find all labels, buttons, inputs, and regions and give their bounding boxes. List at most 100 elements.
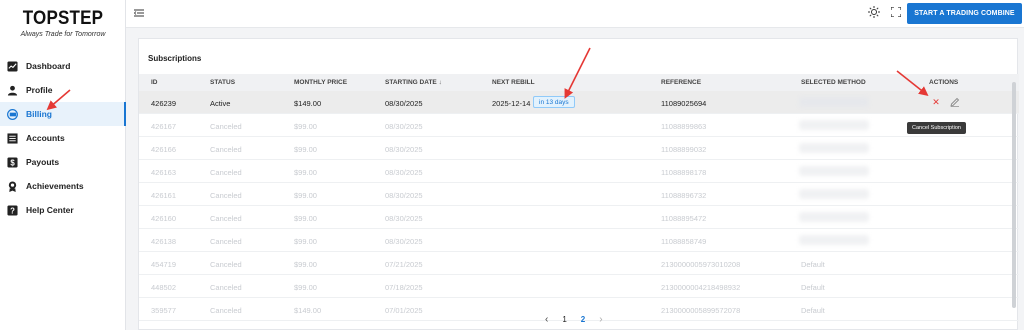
dollar-icon: $ [6, 156, 18, 168]
brand-name: TOPSTEP [22, 6, 104, 29]
redacted-method [799, 120, 869, 130]
cell-reference: 11088899032 [661, 145, 707, 154]
cell-reference: 11088858749 [661, 237, 707, 246]
rebill-countdown-badge: in 13 days [533, 96, 575, 108]
table-row[interactable]: 426160 Canceled $99.00 08/30/2025 1108889547… [139, 206, 1019, 229]
column-header-starting-date[interactable]: STARTING DATE ↓ [385, 79, 442, 86]
table-header: ID STATUS MONTHLY PRICE STARTING DATE ↓ … [139, 74, 1019, 91]
fullscreen-icon[interactable] [891, 7, 901, 17]
cell-status: Canceled [210, 260, 242, 269]
table-row[interactable]: 426166 Canceled $99.00 08/30/2025 1108889903… [139, 137, 1019, 160]
column-header-monthly-price[interactable]: MONTHLY PRICE [294, 79, 347, 86]
sidebar-item-billing[interactable]: Billing [0, 102, 126, 126]
cell-monthly-price: $99.00 [294, 237, 317, 246]
medal-icon [6, 180, 18, 192]
brand-logo[interactable]: TOPSTEP Always Trade for Tomorrow [0, 6, 126, 39]
cell-status: Canceled [210, 306, 242, 315]
cell-reference: 2130000004218498932 [661, 283, 741, 292]
cell-reference: 2130000005973010208 [661, 260, 741, 269]
pagination: ‹ 1 2 › [545, 314, 617, 325]
cell-id: 448502 [151, 283, 177, 292]
cell-starting-date: 07/18/2025 [385, 283, 423, 292]
cell-monthly-price: $99.00 [294, 260, 317, 269]
table-row[interactable]: 426163 Canceled $99.00 08/30/2025 1108889817… [139, 160, 1019, 183]
cell-reference: 11088898178 [661, 168, 707, 177]
column-header-status[interactable]: STATUS [210, 79, 235, 86]
cancel-subscription-icon[interactable]: ✕ [931, 97, 941, 107]
chevron-left-icon[interactable]: ‹ [545, 314, 548, 325]
column-header-next-rebill[interactable]: NEXT REBILL [492, 79, 535, 86]
cell-id: 426160 [151, 214, 177, 223]
cell-status: Canceled [210, 168, 242, 177]
page-2-button[interactable]: 2 [581, 315, 585, 324]
cell-status: Active [210, 99, 231, 108]
cell-monthly-price: $99.00 [294, 168, 317, 177]
sidebar-item-label: Dashboard [26, 61, 71, 71]
cell-reference: 2130000005899572078 [661, 306, 741, 315]
table-row[interactable]: 448502 Canceled $99.00 07/18/2025 2130000004… [139, 275, 1019, 298]
sidebar-item-payouts[interactable]: $ Payouts [0, 150, 126, 174]
table-row[interactable]: 454719 Canceled $99.00 07/21/2025 2130000005… [139, 252, 1019, 275]
page-1-button[interactable]: 1 [562, 315, 566, 324]
cell-starting-date: 08/30/2025 [385, 237, 423, 246]
cell-monthly-price: $149.00 [294, 306, 322, 315]
cell-starting-date: 08/30/2025 [385, 122, 423, 131]
sidebar-item-label: Help Center [26, 205, 74, 215]
cell-id: 426163 [151, 168, 177, 177]
cell-id: 359577 [151, 306, 177, 315]
start-trading-combine-button[interactable]: START A TRADING COMBINE [907, 3, 1022, 24]
sun-icon[interactable] [868, 6, 880, 18]
cancel-subscription-tooltip: Cancel Subscription [907, 122, 966, 134]
cell-next-rebill: 2025-12-14 [492, 99, 531, 108]
sidebar-item-help-center[interactable]: ? Help Center [0, 198, 126, 222]
sidebar-item-achievements[interactable]: Achievements [0, 174, 126, 198]
sidebar-item-accounts[interactable]: Accounts [0, 126, 126, 150]
cell-reference: 11088896732 [661, 191, 707, 200]
table-row[interactable]: 426239 Active $149.00 08/30/2025 2025-12-14 1… [139, 91, 1019, 114]
sidebar-item-label: Profile [26, 85, 53, 95]
scrollbar[interactable] [1012, 82, 1016, 308]
cell-id: 426167 [151, 122, 177, 131]
sidebar: TOPSTEP Always Trade for Tomorrow Dashbo… [0, 0, 126, 330]
cell-status: Canceled [210, 145, 242, 154]
redacted-method [799, 166, 869, 176]
sidebar-item-profile[interactable]: Profile [0, 78, 126, 102]
sidebar-item-label: Billing [26, 109, 52, 119]
sidebar-item-label: Achievements [26, 181, 84, 191]
edit-icon[interactable] [950, 97, 960, 107]
column-header-reference[interactable]: REFERENCE [661, 79, 701, 86]
cell-starting-date: 07/01/2025 [385, 306, 423, 315]
sidebar-item-dashboard[interactable]: Dashboard [0, 54, 126, 78]
column-header-actions: ACTIONS [929, 79, 959, 86]
redacted-method [799, 212, 869, 222]
chevron-right-icon[interactable]: › [599, 314, 602, 325]
table-row[interactable]: 426138 Canceled $99.00 08/30/2025 1108885874… [139, 229, 1019, 252]
page-title: Subscriptions [148, 54, 202, 63]
top-bar: START A TRADING COMBINE [126, 0, 1024, 28]
cell-starting-date: 08/30/2025 [385, 191, 423, 200]
help-icon: ? [6, 204, 18, 216]
chart-icon [6, 60, 18, 72]
redacted-method [799, 97, 869, 107]
table-row[interactable]: 426161 Canceled $99.00 08/30/2025 1108889673… [139, 183, 1019, 206]
subscriptions-card: Subscriptions ID STATUS MONTHLY PRICE ST… [138, 38, 1019, 330]
table-row[interactable]: 426167 Canceled $99.00 08/30/2025 1108889986… [139, 114, 1019, 137]
redacted-method [799, 235, 869, 245]
list-icon [6, 132, 18, 144]
cell-status: Canceled [210, 283, 242, 292]
cell-starting-date: 08/30/2025 [385, 145, 423, 154]
cell-status: Canceled [210, 214, 242, 223]
cell-starting-date: 08/30/2025 [385, 99, 423, 108]
menu-collapse-icon[interactable] [134, 8, 144, 18]
cell-monthly-price: $99.00 [294, 214, 317, 223]
sidebar-item-label: Payouts [26, 157, 60, 167]
cell-id: 426166 [151, 145, 177, 154]
sidebar-nav: Dashboard Profile Billing Accounts $ Pay… [0, 54, 126, 222]
column-header-id[interactable]: ID [151, 79, 158, 86]
column-header-selected-method[interactable]: SELECTED METHOD [801, 79, 866, 86]
cell-status: Canceled [210, 191, 242, 200]
sidebar-item-label: Accounts [26, 133, 65, 143]
cell-id: 426239 [151, 99, 177, 108]
cell-reference: 11088899863 [661, 122, 707, 131]
cell-starting-date: 07/21/2025 [385, 260, 423, 269]
